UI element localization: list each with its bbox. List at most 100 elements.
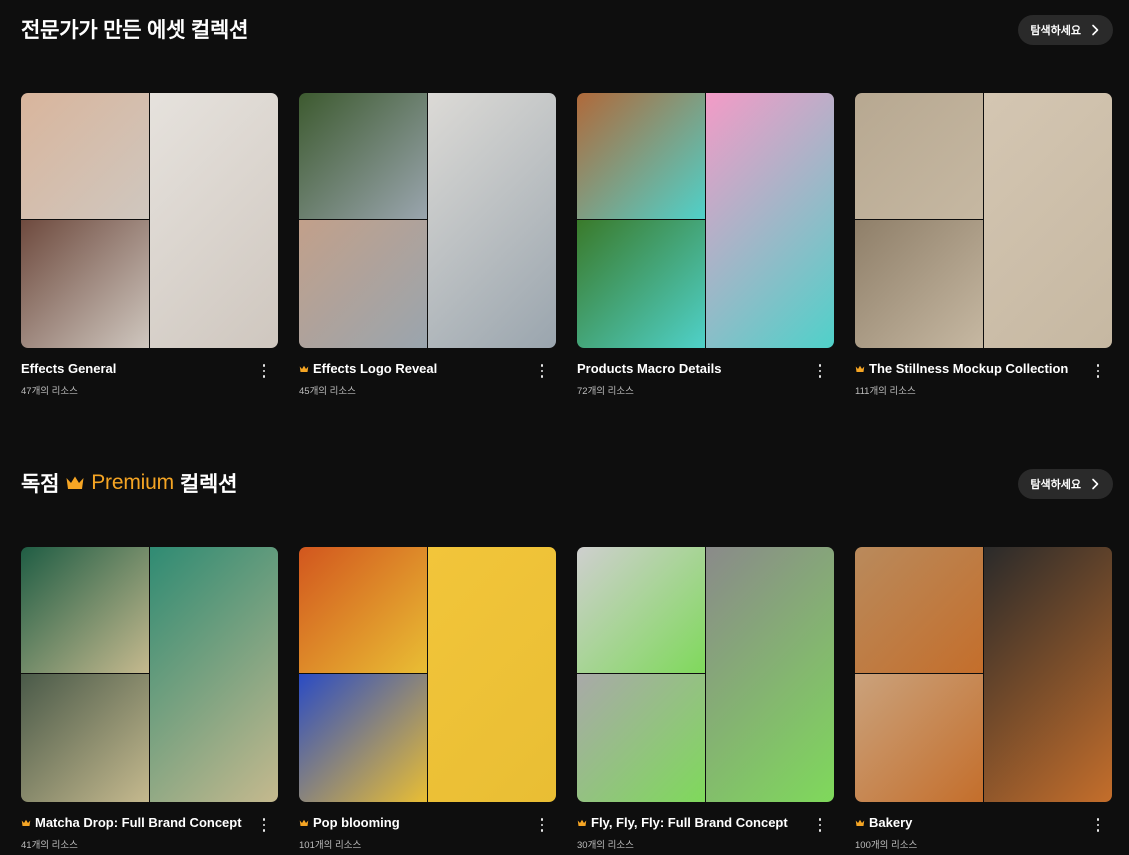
collection-card[interactable]: Fly, Fly, Fly: Full Brand Concept 30개의 리소… xyxy=(577,547,834,855)
section-title-text: 전문가가 만든 에셋 컬렉션 xyxy=(21,19,249,42)
thumbnail-image-top-left xyxy=(21,547,149,673)
card-title[interactable]: Fly, Fly, Fly: Full Brand Concept xyxy=(577,815,834,830)
chevron-right-icon xyxy=(1092,478,1099,490)
expert-collections-section: 전문가가 만든 에셋 컬렉션 탐색하세요 Effects General 47개의… xyxy=(21,0,1113,397)
resource-count: 41개의 리소스 xyxy=(21,840,78,851)
premium-crown-icon xyxy=(855,819,865,826)
card-title[interactable]: The Stillness Mockup Collection xyxy=(855,361,1112,376)
thumbnail-image-top-left xyxy=(855,93,983,219)
thumbnail-image-right xyxy=(984,93,1112,348)
card-meta: Pop blooming 101개의 리소스 xyxy=(299,815,556,855)
explore-button[interactable]: 탐색하세요 xyxy=(1018,469,1113,499)
more-options-icon[interactable] xyxy=(260,817,268,833)
thumbnail-image-right xyxy=(706,93,834,348)
more-options-dot xyxy=(1096,829,1100,832)
thumbnail-image-right xyxy=(150,547,278,802)
card-meta: Matcha Drop: Full Brand Concept 41개의 리소스 xyxy=(21,815,278,855)
more-options-icon[interactable] xyxy=(1094,363,1102,379)
more-options-icon[interactable] xyxy=(538,363,546,379)
thumbnail-image-right xyxy=(150,93,278,348)
collection-card[interactable]: Pop blooming 101개의 리소스 xyxy=(299,547,556,855)
collection-card[interactable]: Matcha Drop: Full Brand Concept 41개의 리소스 xyxy=(21,547,278,855)
card-meta: Products Macro Details 72개의 리소스 xyxy=(577,361,834,401)
collection-thumbnail[interactable] xyxy=(855,93,1112,348)
section-title-premium: Premium xyxy=(91,471,174,494)
collection-card[interactable]: The Stillness Mockup Collection 111개의 리소스 xyxy=(855,93,1112,401)
card-title[interactable]: Bakery xyxy=(855,815,1112,830)
premium-crown-icon xyxy=(855,365,865,372)
more-options-icon[interactable] xyxy=(816,363,824,379)
collection-thumbnail[interactable] xyxy=(21,93,278,348)
explore-button[interactable]: 탐색하세요 xyxy=(1018,15,1113,45)
section-title-prefix: 독점 xyxy=(21,473,60,496)
resource-count: 45개의 리소스 xyxy=(299,386,356,397)
more-options-dot xyxy=(262,369,266,373)
card-meta: Effects General 47개의 리소스 xyxy=(21,361,278,401)
card-title[interactable]: Effects General xyxy=(21,361,278,376)
resource-count: 101개의 리소스 xyxy=(299,840,362,851)
premium-collections-section: 독점 Premium 컬렉션 탐색하세요 Matcha Drop: Full B… xyxy=(21,454,1113,851)
more-options-dot xyxy=(262,364,266,367)
thumbnail-image-bottom-left xyxy=(21,220,149,348)
card-title-text: Bakery xyxy=(869,815,913,830)
more-options-dot xyxy=(818,369,822,373)
section-header: 전문가가 만든 에셋 컬렉션 탐색하세요 xyxy=(21,0,1113,60)
collection-grid: Matcha Drop: Full Brand Concept 41개의 리소스 P… xyxy=(21,547,1112,855)
thumbnail-image-bottom-left xyxy=(299,220,427,348)
card-title[interactable]: Products Macro Details xyxy=(577,361,834,376)
more-options-dot xyxy=(262,829,266,832)
more-options-dot xyxy=(818,818,822,821)
collection-thumbnail[interactable] xyxy=(21,547,278,802)
crown-icon xyxy=(66,476,84,489)
collection-thumbnail[interactable] xyxy=(299,93,556,348)
card-meta: The Stillness Mockup Collection 111개의 리소스 xyxy=(855,361,1112,401)
thumbnail-image-right xyxy=(706,547,834,802)
card-meta: Effects Logo Reveal 45개의 리소스 xyxy=(299,361,556,401)
collection-card[interactable]: Bakery 100개의 리소스 xyxy=(855,547,1112,855)
more-options-icon[interactable] xyxy=(260,363,268,379)
more-options-dot xyxy=(818,823,822,827)
thumbnail-image-top-left xyxy=(855,547,983,673)
thumbnail-image-bottom-left xyxy=(21,674,149,802)
collection-grid: Effects General 47개의 리소스 Effects Logo Reve… xyxy=(21,93,1112,401)
more-options-icon[interactable] xyxy=(1094,817,1102,833)
resource-count: 100개의 리소스 xyxy=(855,840,918,851)
more-options-dot xyxy=(818,829,822,832)
collection-card[interactable]: Effects General 47개의 리소스 xyxy=(21,93,278,401)
resource-count: 111개의 리소스 xyxy=(855,386,916,397)
more-options-dot xyxy=(1096,823,1100,827)
more-options-dot xyxy=(1096,818,1100,821)
collection-thumbnail[interactable] xyxy=(855,547,1112,802)
chevron-right-icon xyxy=(1092,24,1099,36)
more-options-dot xyxy=(262,823,266,827)
more-options-dot xyxy=(262,818,266,821)
thumbnail-image-bottom-left xyxy=(577,674,705,802)
card-title-text: The Stillness Mockup Collection xyxy=(869,361,1069,376)
more-options-icon[interactable] xyxy=(538,817,546,833)
more-options-dot xyxy=(540,818,544,821)
card-title-text: Products Macro Details xyxy=(577,361,722,376)
collection-card[interactable]: Effects Logo Reveal 45개의 리소스 xyxy=(299,93,556,401)
premium-crown-icon xyxy=(21,819,31,826)
more-options-dot xyxy=(262,375,266,378)
more-options-dot xyxy=(1096,369,1100,373)
card-title[interactable]: Effects Logo Reveal xyxy=(299,361,556,376)
resource-count: 72개의 리소스 xyxy=(577,386,634,397)
card-title-text: Pop blooming xyxy=(313,815,400,830)
more-options-dot xyxy=(540,369,544,373)
collection-card[interactable]: Products Macro Details 72개의 리소스 xyxy=(577,93,834,401)
thumbnail-image-top-left xyxy=(299,547,427,673)
collection-thumbnail[interactable] xyxy=(577,547,834,802)
thumbnail-image-top-left xyxy=(21,93,149,219)
thumbnail-image-bottom-left xyxy=(577,220,705,348)
card-title[interactable]: Matcha Drop: Full Brand Concept xyxy=(21,815,278,830)
card-title[interactable]: Pop blooming xyxy=(299,815,556,830)
more-options-dot xyxy=(540,823,544,827)
more-options-dot xyxy=(1096,364,1100,367)
section-header: 독점 Premium 컬렉션 탐색하세요 xyxy=(21,454,1113,514)
collection-thumbnail[interactable] xyxy=(299,547,556,802)
collection-thumbnail[interactable] xyxy=(577,93,834,348)
more-options-icon[interactable] xyxy=(816,817,824,833)
thumbnail-image-bottom-left xyxy=(855,220,983,348)
section-title-suffix: 컬렉션 xyxy=(179,473,238,496)
